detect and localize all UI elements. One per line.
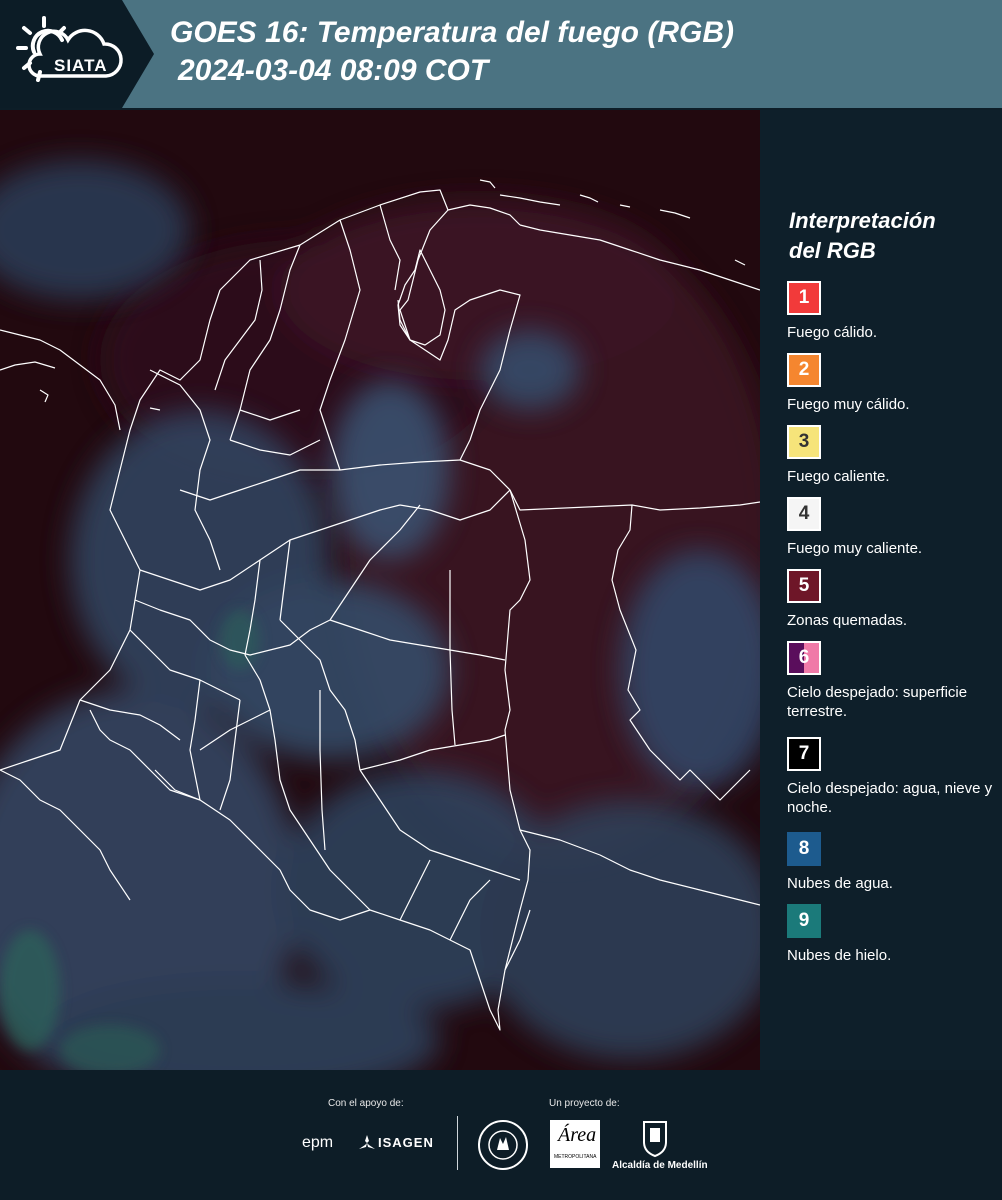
siata-logo: SIATA (14, 14, 126, 94)
isagen-logo: ISAGEN (378, 1135, 434, 1150)
map-svg (0, 110, 780, 1100)
project-label: Un proyecto de: (549, 1098, 620, 1109)
swatch-1: 1 (787, 281, 821, 315)
support-label: Con el apoyo de: (328, 1098, 404, 1109)
swatch-3: 3 (787, 425, 821, 459)
area-metropolitana-logo: Área METROPOLITANA (550, 1120, 600, 1168)
legend-label-4: Fuego muy caliente. (787, 540, 923, 557)
legend-label-1: Fuego cálido. (787, 324, 878, 341)
legend-label-9: Nubes de hielo. (787, 947, 892, 964)
legend-item-8: 8 Nubes de agua. (787, 832, 997, 893)
area-name: Área (558, 1124, 597, 1146)
legend-title: Interpretación del RGB (789, 206, 936, 266)
legend-label-2: Fuego muy cálido. (787, 396, 910, 413)
sun-cloud-icon (16, 16, 123, 82)
page-title: GOES 16: Temperatura del fuego (RGB) 202… (170, 14, 734, 90)
legend-label-3: Fuego caliente. (787, 468, 890, 485)
satellite-map (0, 110, 780, 1100)
swatch-5: 5 (787, 569, 821, 603)
legend-item-7: 7 Cielo despejado: agua, nieve y noche. (787, 737, 997, 817)
area-sub: METROPOLITANA (554, 1154, 597, 1160)
swatch-6-num: 6 (798, 647, 810, 668)
legend-item-6: 6 Cielo despejado: superficie terrestre. (787, 641, 997, 721)
legend-item-4: 4 Fuego muy caliente. (787, 497, 997, 558)
title-timestamp: 2024-03-04 08:09 COT (178, 54, 489, 87)
legend-label-7: Cielo despejado: agua, nieve y noche. (787, 780, 993, 816)
legend-item-3: 3 Fuego caliente. (787, 425, 997, 486)
epm-logo: epm (302, 1134, 334, 1151)
footer: Con el apoyo de: Un proyecto de: epm ISA… (0, 1070, 1002, 1200)
swatch-8: 8 (787, 832, 821, 866)
legend-label-5: Zonas quemadas. (787, 612, 908, 629)
legend-title-line1: Interpretación (789, 208, 936, 233)
footer-divider (457, 1116, 458, 1170)
swatch-4: 4 (787, 497, 821, 531)
legend-title-line2: del RGB (789, 238, 876, 263)
logo-text: SIATA (54, 56, 108, 75)
swatch-7: 7 (787, 737, 821, 771)
header: SIATA GOES 16: Temperatura del fuego (RG… (0, 0, 1002, 108)
alcaldia-label: Alcaldía de Medellín (612, 1160, 708, 1171)
swatch-2: 2 (787, 353, 821, 387)
swatch-9: 9 (787, 904, 821, 938)
legend-label-6: Cielo despejado: superficie terrestre. (787, 684, 968, 720)
siata-seal-icon (478, 1120, 528, 1170)
legend-item-5: 5 Zonas quemadas. (787, 569, 997, 630)
legend-item-2: 2 Fuego muy cálido. (787, 353, 997, 414)
legend-item-1: 1 Fuego cálido. (787, 281, 997, 342)
isagen-icon (359, 1135, 375, 1149)
legend-panel: Interpretación del RGB 1 Fuego cálido. 2… (760, 110, 1002, 1070)
legend-label-8: Nubes de agua. (787, 875, 893, 892)
legend-item-9: 9 Nubes de hielo. (787, 904, 997, 965)
swatch-6: 6 (787, 641, 821, 675)
alcaldia-shield-icon (643, 1121, 667, 1158)
title-main: GOES 16: Temperatura del fuego (RGB) (170, 16, 734, 49)
